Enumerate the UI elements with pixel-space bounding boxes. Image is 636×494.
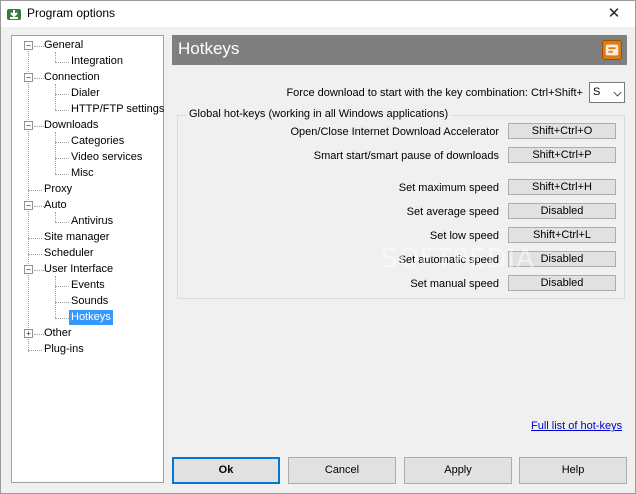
hotkey-row-label: Open/Close Internet Download Accelerator (290, 126, 499, 138)
hotkey-auto-speed-button[interactable]: Disabled (508, 251, 616, 267)
tree-item-sounds[interactable]: Sounds (69, 294, 110, 309)
tree-item-antivirus[interactable]: Antivirus (69, 214, 115, 229)
auto-collapse-icon[interactable]: − (24, 201, 33, 210)
hotkey-average-speed-button[interactable]: Disabled (508, 203, 616, 219)
force-download-key-select[interactable]: S (589, 82, 625, 103)
full-hotkeys-link[interactable]: Full list of hot-keys (531, 420, 622, 432)
tree-item-hotkeys[interactable]: Hotkeys (69, 310, 113, 325)
tree-item-connection[interactable]: Connection (42, 70, 102, 85)
tree-item-general[interactable]: General (42, 38, 85, 53)
hotkey-max-speed-button[interactable]: Shift+Ctrl+H (508, 179, 616, 195)
tree-item-categories[interactable]: Categories (69, 134, 126, 149)
hotkey-row-label: Set maximum speed (398, 182, 499, 194)
tree-item-auto[interactable]: Auto (42, 198, 69, 213)
other-expand-icon[interactable]: + (24, 329, 33, 338)
program-options-window: Program options ✕ − General Integration … (0, 0, 636, 494)
tree-item-integration[interactable]: Integration (69, 54, 125, 69)
chevron-down-icon (613, 88, 622, 97)
tree-item-downloads[interactable]: Downloads (42, 118, 100, 133)
tree-item-video-services[interactable]: Video services (69, 150, 144, 165)
tree-item-proxy[interactable]: Proxy (42, 182, 74, 197)
options-tree[interactable]: − General Integration − Connection Diale… (11, 35, 164, 483)
tree-item-http-ftp-settings[interactable]: HTTP/FTP settings (69, 102, 166, 117)
close-icon: ✕ (607, 5, 621, 22)
window-title: Program options (27, 6, 116, 20)
ok-button[interactable]: Ok (172, 457, 280, 484)
hotkey-row-label: Set average speed (406, 206, 499, 218)
page-header: Hotkeys (172, 35, 627, 65)
hotkey-open-close-button[interactable]: Shift+Ctrl+O (508, 123, 616, 139)
help-button[interactable]: Help (519, 457, 627, 484)
tree-item-dialer[interactable]: Dialer (69, 86, 102, 101)
close-button[interactable]: ✕ (593, 1, 635, 27)
tree-item-events[interactable]: Events (69, 278, 107, 293)
hotkeys-icon (602, 40, 622, 60)
cancel-button[interactable]: Cancel (288, 457, 396, 484)
page-title: Hotkeys (178, 39, 240, 58)
hotkey-row-label: Set low speed (429, 230, 499, 242)
hotkey-low-speed-button[interactable]: Shift+Ctrl+L (508, 227, 616, 243)
hotkey-row-label: Smart start/smart pause of downloads (313, 150, 499, 162)
tree-item-misc[interactable]: Misc (69, 166, 96, 181)
hotkey-row-label: Set manual speed (410, 278, 499, 290)
hotkey-smart-start-button[interactable]: Shift+Ctrl+P (508, 147, 616, 163)
hotkey-row-label: Set automatic speed (398, 254, 499, 266)
general-collapse-icon[interactable]: − (24, 41, 33, 50)
tree-item-user-interface[interactable]: User Interface (42, 262, 115, 277)
tree-item-plug-ins[interactable]: Plug-ins (42, 342, 86, 357)
apply-button[interactable]: Apply (404, 457, 512, 484)
app-icon (7, 9, 21, 20)
force-download-key-value: S (593, 86, 601, 98)
tree-item-other[interactable]: Other (42, 326, 74, 341)
downloads-collapse-icon[interactable]: − (24, 121, 33, 130)
tree-item-site-manager[interactable]: Site manager (42, 230, 111, 245)
user-interface-collapse-icon[interactable]: − (24, 265, 33, 274)
force-download-label: Force download to start with the key com… (286, 87, 583, 99)
hotkey-manual-speed-button[interactable]: Disabled (508, 275, 616, 291)
title-bar: Program options ✕ (1, 1, 635, 27)
connection-collapse-icon[interactable]: − (24, 73, 33, 82)
tree-item-scheduler[interactable]: Scheduler (42, 246, 96, 261)
global-hotkeys-legend: Global hot-keys (working in all Windows … (186, 108, 452, 120)
